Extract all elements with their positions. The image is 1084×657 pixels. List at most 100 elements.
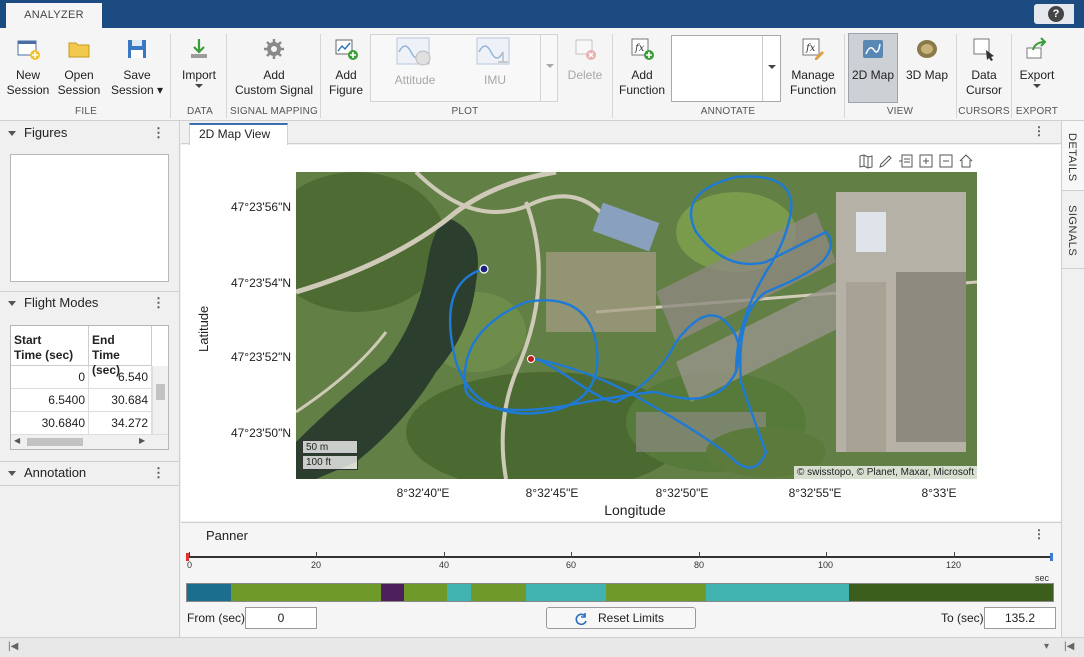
table-cell[interactable]: 30.684 [89, 389, 152, 412]
tick-mark [699, 552, 700, 558]
more-options-icon[interactable]: ⋮ [152, 462, 165, 484]
collapse-icon [8, 131, 16, 136]
zoom-in-icon[interactable] [918, 153, 934, 169]
more-options-icon[interactable]: ⋮ [1033, 527, 1045, 541]
export-button[interactable]: Export [1015, 34, 1059, 104]
help-icon: ? [1048, 6, 1064, 22]
delete-button[interactable]: Delete [563, 34, 607, 104]
new-session-button[interactable]: New Session [5, 34, 51, 104]
figures-title: Figures [24, 125, 68, 140]
add-custom-signal-button[interactable]: Add Custom Signal [231, 34, 317, 104]
imu-label: IMU [484, 73, 506, 87]
table-horizontal-scrollbar[interactable]: ◀ ▶ [11, 434, 168, 449]
tab-signals[interactable]: SIGNALS [1062, 191, 1084, 269]
help-button[interactable]: ? [1034, 4, 1074, 24]
satellite-map[interactable]: 50 m 100 ft © swisstopo, © Planet, Maxar… [296, 172, 977, 479]
add-function-button[interactable]: fx Add Function [616, 34, 668, 104]
tab-2d-map-view[interactable]: 2D Map View [189, 123, 288, 145]
zoom-out-icon[interactable] [938, 153, 954, 169]
flight-mode-segment[interactable] [231, 584, 381, 601]
section-file: FILE [75, 106, 97, 117]
flight-mode-segment[interactable] [187, 584, 231, 601]
map-3d-icon [917, 40, 937, 58]
tick-label: 80 [694, 560, 705, 570]
scroll-left-icon[interactable]: ◀ [14, 436, 20, 445]
table-cell[interactable]: 0 [11, 366, 89, 389]
flight-mode-segment[interactable] [849, 584, 1053, 601]
collapse-right-icon[interactable]: |◀ [1064, 641, 1074, 652]
column-header-end-time[interactable]: End Time (sec) [89, 326, 152, 377]
table-cell[interactable]: 6.540 [89, 366, 152, 389]
flight-mode-segment[interactable] [471, 584, 526, 601]
imu-plot-button[interactable]: IMU [464, 34, 526, 104]
left-panel: Figures ⋮ Flight Modes ⋮ Start Time (sec) … [0, 121, 180, 637]
basemap-icon[interactable] [858, 153, 874, 169]
svg-text:fx: fx [634, 43, 645, 54]
manage-function-button[interactable]: fx Manage Function [786, 34, 840, 104]
divider [0, 485, 179, 486]
flight-mode-segment[interactable] [526, 584, 606, 601]
figures-panel-header[interactable]: Figures ⋮ [0, 122, 179, 144]
function-icon: fx [631, 38, 654, 60]
lat-tick: 47°23'50"N [230, 426, 291, 440]
flight-mode-segment[interactable] [447, 584, 471, 601]
tab-details[interactable]: DETAILS [1062, 121, 1084, 191]
table-cell[interactable]: 34.272 [89, 412, 152, 435]
imu-plot-icon [476, 37, 510, 65]
scrollbar-thumb[interactable] [156, 384, 165, 400]
flight-modes-panel-header[interactable]: Flight Modes ⋮ [0, 292, 179, 314]
annotate-function-list[interactable] [671, 35, 781, 102]
scale-bar-meters: 50 m [302, 440, 358, 454]
tick-mark [189, 552, 190, 558]
column-header-start-time[interactable]: Start Time (sec) [11, 326, 89, 366]
tab-analyzer[interactable]: ANALYZER [6, 3, 102, 28]
from-input[interactable]: 0 [245, 607, 317, 629]
gallery-expand-button[interactable] [540, 34, 558, 102]
table-vertical-scrollbar[interactable] [152, 366, 168, 434]
import-button[interactable]: Import [175, 34, 223, 104]
flight-mode-segment[interactable] [706, 584, 849, 601]
dropdown-icon[interactable]: ▾ [1044, 641, 1049, 652]
add-figure-button[interactable]: Add Figure [324, 34, 368, 104]
gear-icon [264, 39, 284, 59]
map2d-button[interactable]: 2D Map [848, 34, 898, 104]
reset-limits-button[interactable]: Reset Limits [546, 607, 696, 629]
flight-mode-segment[interactable] [606, 584, 706, 601]
more-options-icon[interactable]: ⋮ [152, 122, 165, 144]
home-icon[interactable] [958, 153, 974, 169]
table-cell[interactable]: 6.5400 [11, 389, 89, 412]
to-input[interactable]: 135.2 [984, 607, 1056, 629]
more-options-icon[interactable]: ⋮ [152, 292, 165, 314]
table-cell[interactable]: 30.6840 [11, 412, 89, 435]
attitude-plot-button[interactable]: Attitude [385, 34, 445, 104]
map3d-button[interactable]: 3D Map [902, 34, 952, 104]
flight-mode-segment[interactable] [381, 584, 404, 601]
more-options-icon[interactable]: ⋮ [1033, 124, 1045, 138]
annotation-panel-header[interactable]: Annotation ⋮ [0, 462, 179, 484]
from-label: From (sec) [187, 611, 245, 625]
folder-icon [68, 42, 90, 58]
figures-list[interactable] [10, 154, 169, 282]
data-cursor-icon [973, 38, 994, 61]
flight-mode-segment[interactable] [404, 584, 447, 601]
reset-icon [575, 613, 587, 626]
brush-icon[interactable] [878, 153, 894, 169]
annotation-title: Annotation [24, 465, 87, 480]
scrollbar-thumb[interactable] [27, 438, 83, 446]
collapse-left-icon[interactable]: |◀ [8, 641, 18, 652]
panner-end-handle[interactable] [1050, 553, 1053, 561]
section-view: VIEW [886, 106, 914, 117]
data-cursor-button[interactable]: Data Cursor [960, 34, 1008, 104]
tick-mark [444, 552, 445, 558]
lon-tick: 8°33'E [921, 486, 957, 500]
datatip-icon[interactable] [898, 153, 914, 169]
tick-mark [954, 552, 955, 558]
save-session-button[interactable]: Save Session ▾ [108, 34, 166, 104]
open-session-button[interactable]: Open Session [56, 34, 102, 104]
document-tab-bar: ⋮ [181, 121, 1061, 144]
toolstrip: New Session Open Session Save Session ▾ F… [0, 28, 1084, 121]
map-attribution: © swisstopo, © Planet, Maxar, Microsoft [793, 466, 977, 479]
lon-tick: 8°32'40"E [396, 486, 450, 500]
scroll-right-icon[interactable]: ▶ [139, 436, 145, 445]
annotate-dropdown-button[interactable] [762, 36, 780, 101]
